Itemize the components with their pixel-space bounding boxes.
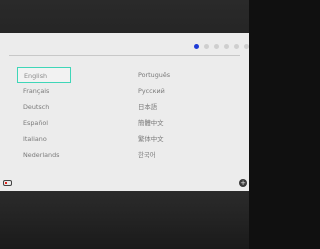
page-dot <box>194 44 199 49</box>
controller-icon <box>3 180 12 186</box>
language-option[interactable]: 簡體中文 <box>136 115 196 131</box>
bottom-bar: + <box>0 176 249 191</box>
language-list-left: English Français Deutsch Español Italian… <box>17 67 71 163</box>
language-option[interactable]: Italiano <box>17 131 71 147</box>
plus-icon[interactable]: + <box>239 179 247 187</box>
page-dot <box>214 44 219 49</box>
language-option[interactable]: Português <box>136 67 196 83</box>
page-dot <box>224 44 229 49</box>
language-option[interactable]: English <box>17 67 71 83</box>
language-option[interactable]: 日本語 <box>136 99 196 115</box>
language-option[interactable]: 한국어 <box>136 147 196 163</box>
language-list-right: Português Русский 日本語 簡體中文 繁体中文 한국어 <box>136 67 196 163</box>
device-bezel-bottom <box>0 191 249 249</box>
page-indicator <box>194 44 249 49</box>
header-divider <box>9 55 240 56</box>
device-frame: English Français Deutsch Español Italian… <box>0 0 249 249</box>
language-option[interactable]: Deutsch <box>17 99 71 115</box>
language-option[interactable]: Nederlands <box>17 147 71 163</box>
page-dot <box>234 44 239 49</box>
page-dot <box>204 44 209 49</box>
language-option[interactable]: Español <box>17 115 71 131</box>
language-option[interactable]: Français <box>17 83 71 99</box>
language-option[interactable]: 繁体中文 <box>136 131 196 147</box>
language-option[interactable]: Русский <box>136 83 196 99</box>
language-selection-screen: English Français Deutsch Español Italian… <box>0 33 249 191</box>
page-dot <box>244 44 249 49</box>
